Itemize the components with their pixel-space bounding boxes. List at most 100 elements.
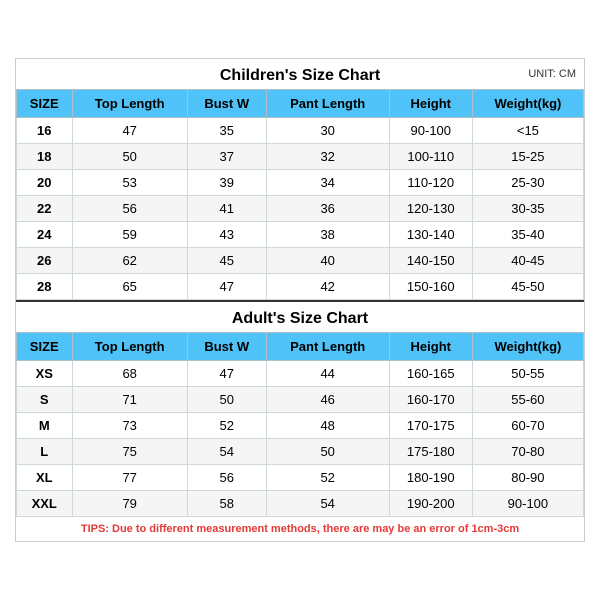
table-cell: 160-165 (389, 361, 472, 387)
table-row: 26624540140-15040-45 (17, 248, 584, 274)
children-header-row: SIZE Top Length Bust W Pant Length Heigh… (17, 90, 584, 118)
table-cell: 39 (187, 170, 266, 196)
table-cell: 47 (187, 361, 266, 387)
chart-container: Children's Size Chart UNIT: CM SIZE Top … (15, 58, 585, 542)
children-table: SIZE Top Length Bust W Pant Length Heigh… (16, 89, 584, 300)
table-cell: 59 (72, 222, 187, 248)
table-cell: 15-25 (472, 144, 583, 170)
tips-text: TIPS: Due to different measurement metho… (16, 517, 584, 541)
table-cell: 79 (72, 491, 187, 517)
table-row: XL775652180-19080-90 (17, 465, 584, 491)
adult-title: Adult's Size Chart (16, 300, 584, 332)
table-cell: 42 (266, 274, 389, 300)
table-cell: 43 (187, 222, 266, 248)
table-cell: 110-120 (389, 170, 472, 196)
table-cell: 35 (187, 118, 266, 144)
table-cell: <15 (472, 118, 583, 144)
table-cell: 50-55 (472, 361, 583, 387)
children-col-height: Height (389, 90, 472, 118)
table-cell: XL (17, 465, 73, 491)
children-col-weight: Weight(kg) (472, 90, 583, 118)
table-cell: 20 (17, 170, 73, 196)
adult-header-row: SIZE Top Length Bust W Pant Length Heigh… (17, 333, 584, 361)
table-cell: M (17, 413, 73, 439)
table-cell: 40-45 (472, 248, 583, 274)
table-cell: 71 (72, 387, 187, 413)
children-col-top: Top Length (72, 90, 187, 118)
table-cell: 140-150 (389, 248, 472, 274)
table-cell: 56 (72, 196, 187, 222)
table-cell: 60-70 (472, 413, 583, 439)
table-cell: S (17, 387, 73, 413)
table-cell: 190-200 (389, 491, 472, 517)
table-cell: 100-110 (389, 144, 472, 170)
table-row: XXL795854190-20090-100 (17, 491, 584, 517)
table-cell: 18 (17, 144, 73, 170)
table-cell: 62 (72, 248, 187, 274)
table-cell: 150-160 (389, 274, 472, 300)
table-cell: 50 (72, 144, 187, 170)
table-cell: 77 (72, 465, 187, 491)
table-cell: 48 (266, 413, 389, 439)
table-cell: 65 (72, 274, 187, 300)
table-cell: L (17, 439, 73, 465)
table-cell: 30-35 (472, 196, 583, 222)
children-col-size: SIZE (17, 90, 73, 118)
table-cell: 41 (187, 196, 266, 222)
table-cell: 45 (187, 248, 266, 274)
table-cell: 36 (266, 196, 389, 222)
table-cell: 38 (266, 222, 389, 248)
table-row: M735248170-17560-70 (17, 413, 584, 439)
adult-title-text: Adult's Size Chart (232, 310, 368, 327)
table-cell: 40 (266, 248, 389, 274)
adult-col-weight: Weight(kg) (472, 333, 583, 361)
adult-col-top: Top Length (72, 333, 187, 361)
table-row: S715046160-17055-60 (17, 387, 584, 413)
table-cell: 25-30 (472, 170, 583, 196)
unit-label: UNIT: CM (528, 68, 576, 80)
table-cell: 120-130 (389, 196, 472, 222)
table-cell: XS (17, 361, 73, 387)
table-cell: 68 (72, 361, 187, 387)
table-cell: 16 (17, 118, 73, 144)
table-cell: 53 (72, 170, 187, 196)
table-row: 18503732100-11015-25 (17, 144, 584, 170)
table-cell: 52 (187, 413, 266, 439)
table-row: 1647353090-100<15 (17, 118, 584, 144)
table-cell: 70-80 (472, 439, 583, 465)
table-cell: 90-100 (472, 491, 583, 517)
table-cell: XXL (17, 491, 73, 517)
table-cell: 170-175 (389, 413, 472, 439)
table-cell: 24 (17, 222, 73, 248)
table-cell: 73 (72, 413, 187, 439)
adult-col-bust: Bust W (187, 333, 266, 361)
children-col-bust: Bust W (187, 90, 266, 118)
table-row: XS684744160-16550-55 (17, 361, 584, 387)
table-cell: 56 (187, 465, 266, 491)
table-cell: 47 (72, 118, 187, 144)
table-cell: 175-180 (389, 439, 472, 465)
table-cell: 58 (187, 491, 266, 517)
children-title-text: Children's Size Chart (220, 67, 380, 84)
table-cell: 130-140 (389, 222, 472, 248)
adult-col-size: SIZE (17, 333, 73, 361)
table-cell: 54 (187, 439, 266, 465)
table-row: 20533934110-12025-30 (17, 170, 584, 196)
table-cell: 32 (266, 144, 389, 170)
adult-col-pant: Pant Length (266, 333, 389, 361)
table-row: 24594338130-14035-40 (17, 222, 584, 248)
children-col-pant: Pant Length (266, 90, 389, 118)
table-cell: 22 (17, 196, 73, 222)
table-cell: 28 (17, 274, 73, 300)
table-cell: 80-90 (472, 465, 583, 491)
table-cell: 54 (266, 491, 389, 517)
table-cell: 26 (17, 248, 73, 274)
table-cell: 30 (266, 118, 389, 144)
adult-col-height: Height (389, 333, 472, 361)
table-cell: 35-40 (472, 222, 583, 248)
table-row: 28654742150-16045-50 (17, 274, 584, 300)
table-cell: 75 (72, 439, 187, 465)
table-row: L755450175-18070-80 (17, 439, 584, 465)
table-cell: 55-60 (472, 387, 583, 413)
table-cell: 44 (266, 361, 389, 387)
